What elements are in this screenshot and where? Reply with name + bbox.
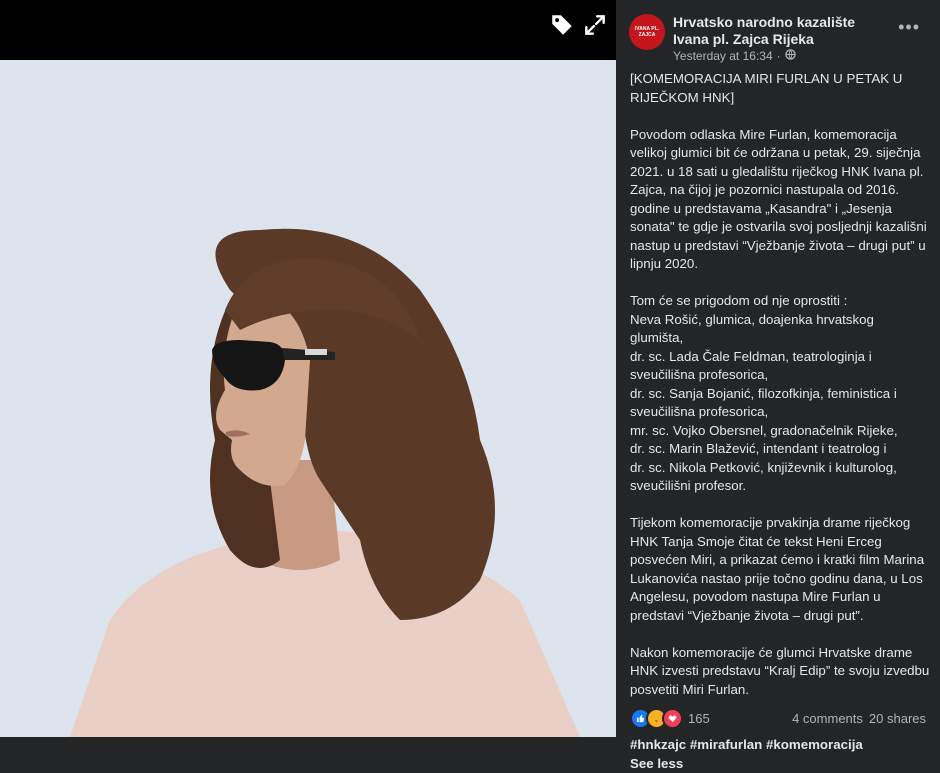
avatar-logo-text: IVANA PL. ZAJCA (634, 26, 660, 38)
meta-separator: · (776, 49, 781, 63)
post-paragraph: Tijekom komemoracije prvakinja drame rij… (630, 515, 925, 623)
post-paragraph: Povodom odlaska Mire Furlan, komemoracij… (630, 126, 927, 272)
post-timestamp[interactable]: Yesterday at 16:34 (673, 49, 773, 63)
hashtags[interactable]: #hnkzajc #mirafurlan #komemoracija (630, 737, 863, 752)
post-text: [KOMEMORACIJA MIRI FURLAN U PETAK U RIJE… (630, 70, 930, 773)
post-meta: Yesterday at 16:34 · (673, 49, 796, 63)
page-avatar[interactable]: IVANA PL. ZAJCA (629, 14, 665, 50)
engagement-stats: 4 comments 20 shares (792, 711, 926, 726)
reaction-count: 165 (688, 711, 710, 726)
tag-icon[interactable] (549, 12, 575, 38)
globe-icon (784, 49, 796, 63)
see-less-button[interactable]: See less (630, 756, 683, 771)
expand-icon[interactable] (582, 12, 608, 38)
post-paragraph: [KOMEMORACIJA MIRI FURLAN U PETAK U RIJE… (630, 71, 903, 105)
page-name-link[interactable]: Hrvatsko narodno kazalište Ivana pl. Zaj… (673, 14, 893, 48)
post-paragraph: Tom će se prigodom od nje oprostiti : Ne… (630, 293, 898, 493)
reactions-summary[interactable]: 165 (630, 708, 710, 729)
more-options-icon[interactable]: ••• (898, 18, 920, 36)
love-reaction-icon (662, 708, 683, 729)
comments-count-link[interactable]: 4 comments (792, 711, 863, 726)
post-paragraph: Nakon komemoracije će glumci Hrvatske dr… (630, 644, 930, 697)
post-photo[interactable] (0, 60, 616, 737)
photo-viewer (0, 0, 616, 737)
shares-count-link[interactable]: 20 shares (869, 711, 926, 726)
post-panel: IVANA PL. ZAJCA Hrvatsko narodno kazališ… (616, 0, 940, 771)
portrait-image (70, 228, 580, 737)
